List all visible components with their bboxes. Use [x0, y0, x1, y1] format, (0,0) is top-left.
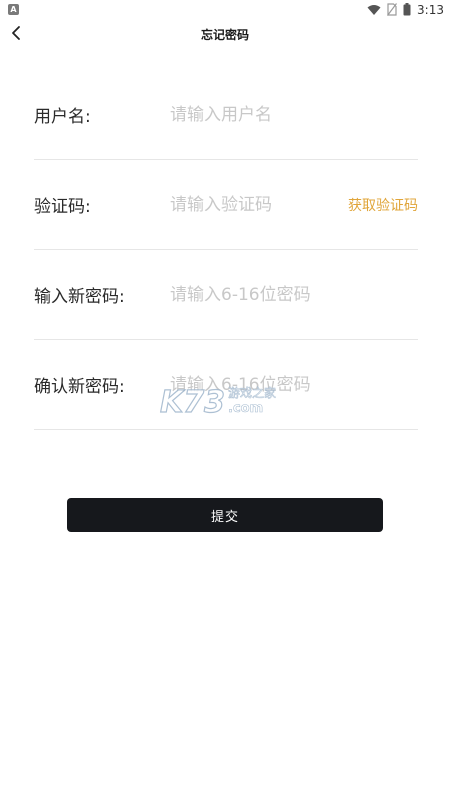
username-label: 用户名: — [34, 107, 91, 127]
confirm-password-label: 确认新密码: — [34, 377, 125, 397]
no-sim-icon — [387, 1, 398, 20]
status-bar: A 3:13 — [0, 0, 450, 20]
new-password-label: 输入新密码: — [34, 287, 125, 307]
code-row: 验证码: 获取验证码 — [34, 160, 418, 250]
username-input[interactable] — [170, 99, 418, 130]
confirm-password-row: 确认新密码: — [34, 340, 418, 430]
code-label: 验证码: — [34, 197, 91, 217]
status-icons: 3:13 — [367, 2, 444, 18]
app-notification-icon: A — [8, 4, 19, 15]
battery-icon — [403, 1, 411, 20]
new-password-input[interactable] — [170, 279, 418, 310]
code-input[interactable] — [170, 189, 348, 220]
submit-button[interactable]: 提交 — [67, 498, 383, 532]
new-password-row: 输入新密码: — [34, 250, 418, 340]
username-row: 用户名: — [34, 70, 418, 160]
header: 忘记密码 — [0, 20, 450, 50]
status-time: 3:13 — [417, 3, 444, 17]
wifi-icon — [367, 1, 381, 20]
confirm-password-input[interactable] — [170, 369, 418, 400]
forgot-password-form: 用户名: 验证码: 获取验证码 输入新密码: 确认新密码: — [34, 70, 418, 430]
get-code-button[interactable]: 获取验证码 — [348, 195, 418, 215]
page-title: 忘记密码 — [200, 28, 249, 42]
